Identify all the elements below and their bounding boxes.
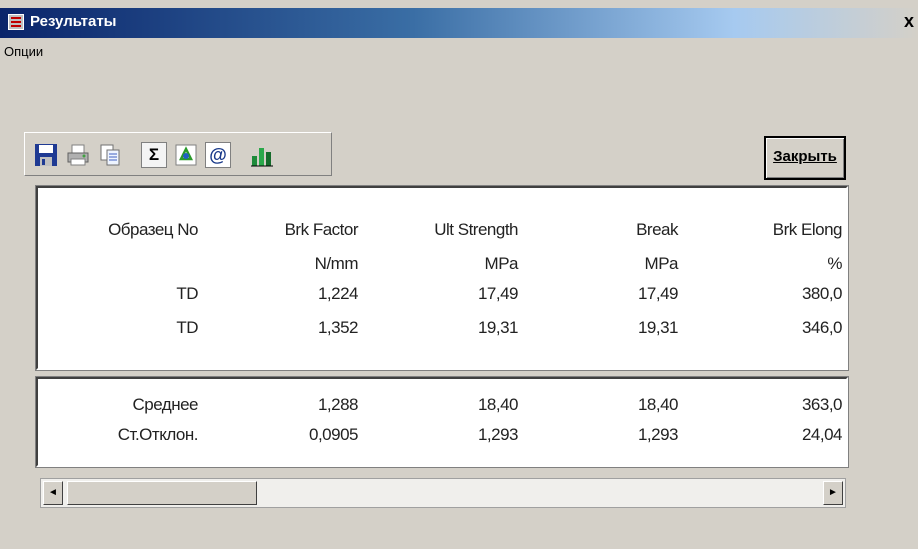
- table-cell: 1,224: [317, 284, 359, 303]
- close-button[interactable]: Закрыть: [764, 136, 846, 180]
- sum-icon[interactable]: Σ: [141, 142, 167, 168]
- stats-label: Среднее: [132, 395, 198, 414]
- table-row[interactable]: TD 1,224 17,49 17,49 380,0: [38, 282, 846, 306]
- column-header: Brk Factor: [284, 220, 359, 239]
- recycle-icon[interactable]: [173, 142, 199, 168]
- unit-label: N/mm: [314, 254, 359, 273]
- stats-cell: 1,288: [317, 395, 359, 414]
- stats-cell: 24,04: [801, 425, 843, 444]
- table-cell: TD: [176, 318, 198, 337]
- scroll-thumb[interactable]: [67, 481, 257, 505]
- close-icon[interactable]: x: [902, 10, 916, 32]
- horizontal-scrollbar[interactable]: ◄ ►: [40, 478, 846, 508]
- toolbar: Σ @: [24, 132, 332, 176]
- results-table: Образец No Brk Factor Ult Strength Break…: [35, 185, 849, 371]
- column-header: Brk Elong: [772, 220, 843, 239]
- table-row[interactable]: TD 1,352 19,31 19,31 346,0: [38, 316, 846, 340]
- copy-icon[interactable]: [97, 142, 123, 168]
- unit-label: MPa: [644, 254, 679, 273]
- table-cell: 19,31: [477, 318, 519, 337]
- stats-cell: 363,0: [801, 395, 843, 414]
- window-title: Результаты: [30, 13, 117, 30]
- table-cell: 1,352: [317, 318, 359, 337]
- table-cell: 380,0: [801, 284, 843, 303]
- table-cell: 17,49: [477, 284, 519, 303]
- table-units-row: N/mm MPa MPa %: [38, 252, 846, 276]
- stats-row-mean: Среднее 1,288 18,40 18,40 363,0: [38, 393, 846, 417]
- print-icon[interactable]: [65, 142, 91, 168]
- column-header: Ult Strength: [434, 220, 518, 239]
- column-header: Break: [636, 220, 678, 239]
- unit-label: %: [827, 254, 842, 273]
- column-header: Образец No: [108, 220, 198, 239]
- table-cell: 19,31: [637, 318, 679, 337]
- title-bar[interactable]: Результаты: [0, 8, 918, 38]
- table-cell: TD: [176, 284, 198, 303]
- stats-cell: 1,293: [637, 425, 679, 444]
- save-icon[interactable]: [33, 142, 59, 168]
- stats-label: Ст.Отклон.: [117, 425, 199, 444]
- stats-cell: 0,0905: [309, 425, 359, 444]
- scroll-left-icon[interactable]: ◄: [43, 481, 63, 505]
- stats-row-stdev: Ст.Отклон. 0,0905 1,293 1,293 24,04: [38, 423, 846, 447]
- table-cell: 346,0: [801, 318, 843, 337]
- app-icon: [8, 14, 24, 30]
- unit-label: [38, 252, 198, 276]
- stats-cell: 18,40: [637, 395, 679, 414]
- table-cell: 17,49: [637, 284, 679, 303]
- close-button-label: Закрыть: [773, 148, 837, 165]
- statistics-table: Среднее 1,288 18,40 18,40 363,0 Ст.Откло…: [35, 376, 849, 468]
- stats-cell: 18,40: [477, 395, 519, 414]
- stats-cell: 1,293: [477, 425, 519, 444]
- scroll-right-icon[interactable]: ►: [823, 481, 843, 505]
- unit-label: MPa: [484, 254, 519, 273]
- email-icon[interactable]: @: [205, 142, 231, 168]
- menu-options[interactable]: Опции: [4, 44, 43, 59]
- menu-bar: Опции: [0, 40, 918, 62]
- table-header-row: Образец No Brk Factor Ult Strength Break…: [38, 218, 846, 242]
- chart-icon[interactable]: [249, 142, 275, 168]
- results-window: Результаты x Опции Σ @ Закрыть Образец N…: [0, 0, 918, 549]
